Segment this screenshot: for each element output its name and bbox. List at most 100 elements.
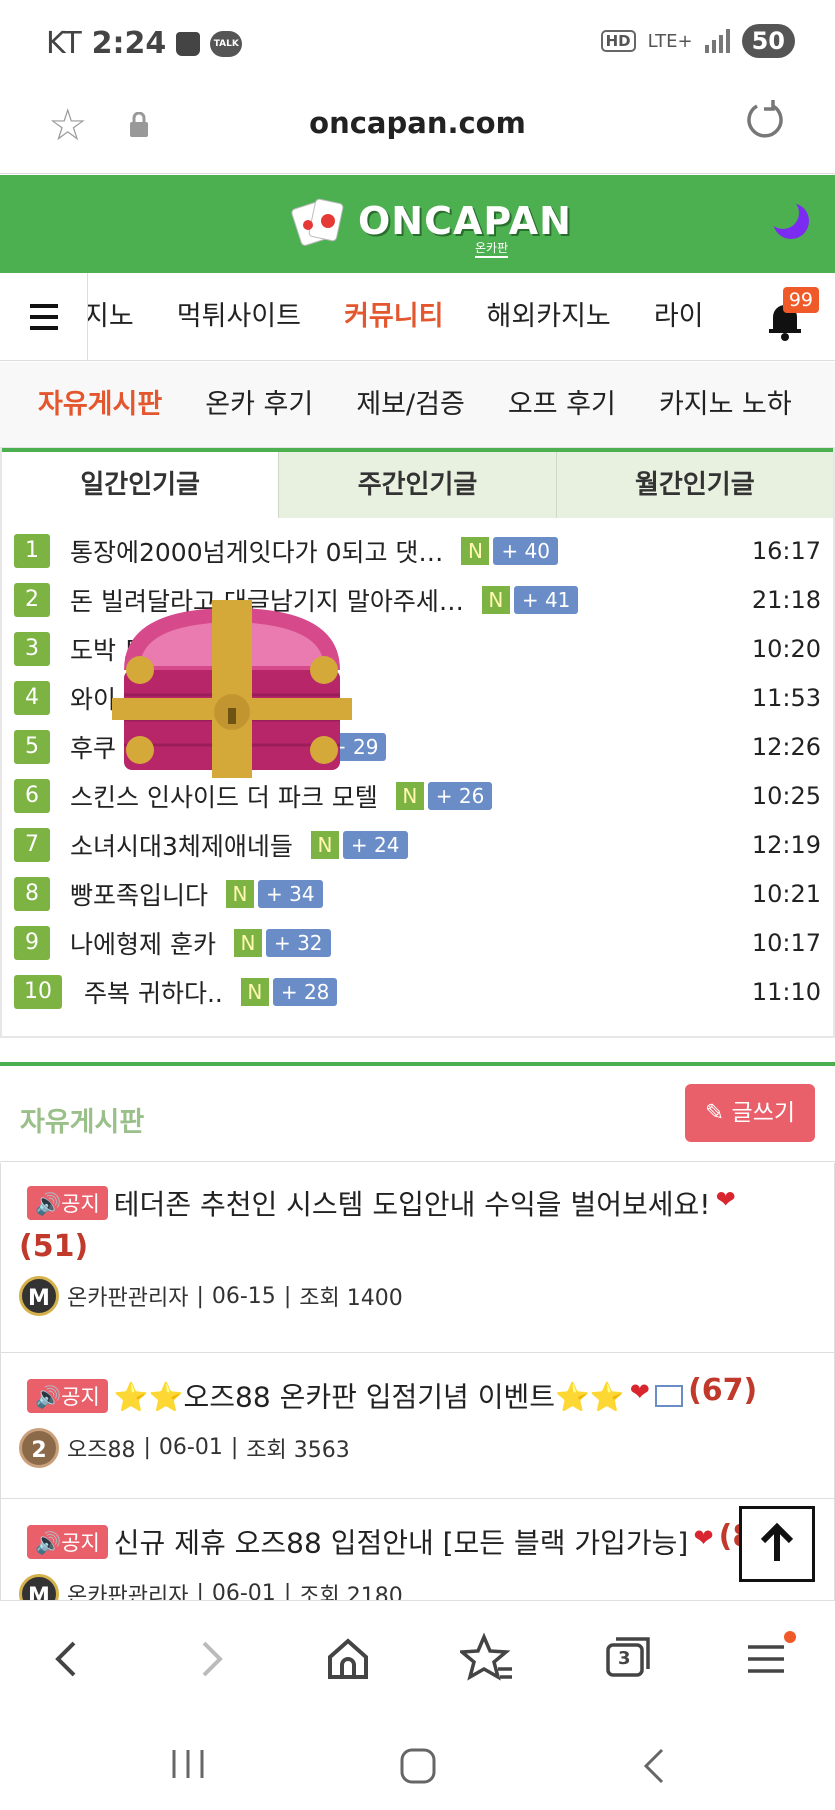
avatar: 2 [19, 1427, 59, 1468]
popular-title[interactable]: 소녀시대3체제애네들 [70, 827, 293, 863]
popular-time: 12:19 [751, 830, 821, 859]
popular-title[interactable]: 나에형제 훈카 [70, 925, 216, 961]
signal-icon [704, 29, 730, 53]
popular-item[interactable]: 9 나에형제 훈카 N + 32 10:17 [2, 918, 833, 967]
post-item[interactable]: 🔊공지 ⭐⭐오즈88 온카판 입점기념 이벤트⭐⭐ ❤ (67) 2 오즈88 |… [1, 1353, 834, 1499]
post-date: 06-15 [211, 1283, 276, 1309]
popular-item[interactable]: 7 소녀시대3체제애네들 N + 24 12:19 [2, 820, 833, 869]
pencil-icon: ✎ [704, 1100, 732, 1126]
comment-count-badge: + 28 [272, 977, 338, 1006]
cards-logo-icon [291, 198, 344, 246]
treasure-chest-icon[interactable] [112, 600, 352, 780]
arrow-up-icon [760, 1522, 794, 1561]
menu-icon[interactable] [0, 273, 88, 361]
subnav-report[interactable]: 제보/검증 [356, 362, 464, 447]
comment-count-badge: + 32 [265, 928, 331, 957]
clock: 2:24 [91, 26, 167, 61]
popular-title[interactable]: 스킨스 인사이드 더 파크 모텔 [70, 778, 378, 814]
subnav-casino-tips[interactable]: 카지노 노하 [659, 362, 792, 447]
back-icon[interactable] [40, 1631, 96, 1687]
nav-item-casino-partial[interactable]: 지노 [88, 273, 134, 361]
write-label: 글쓰기 [731, 1100, 796, 1126]
new-badge: N [481, 585, 510, 614]
forward-icon[interactable] [182, 1631, 238, 1687]
new-badge: N [226, 879, 255, 908]
speaker-icon: 🔊 [35, 1192, 62, 1216]
site-logo[interactable]: ONCAPAN 온카판 [290, 191, 572, 258]
system-nav-bar [0, 1710, 835, 1810]
comment-count-badge: + 40 [493, 536, 559, 565]
popular-item[interactable]: 8 빵포족입니다 N + 34 10:21 [2, 869, 833, 918]
menu-more-icon[interactable] [740, 1631, 796, 1687]
popular-time: 21:18 [751, 585, 821, 614]
post-author[interactable]: 오즈88 [67, 1432, 135, 1464]
address-bar: ☆ oncapan.com [0, 88, 835, 174]
nav-item-live[interactable]: 라이 [654, 273, 704, 361]
subnav-free-board[interactable]: 자유게시판 [38, 362, 162, 447]
new-badge: N [310, 830, 339, 859]
popular-item[interactable]: 10 주복 귀하다.. N + 28 11:10 [2, 967, 833, 1016]
reload-icon[interactable] [743, 98, 787, 142]
popular-time: 10:25 [751, 781, 821, 810]
rank-badge: 4 [14, 680, 50, 715]
scroll-top-button[interactable] [739, 1506, 815, 1582]
post-views: 조회 3563 [246, 1437, 350, 1463]
popular-title[interactable]: 빵포족입니다 [70, 876, 208, 912]
home-nav-icon[interactable] [398, 1746, 438, 1786]
site-header: ONCAPAN 온카판 [0, 175, 835, 273]
notice-badge: 🔊공지 [27, 1524, 108, 1559]
write-button[interactable]: ✎ 글쓰기 [685, 1084, 815, 1142]
notice-badge: 🔊공지 [27, 1378, 108, 1413]
browser-toolbar: 3 [0, 1600, 835, 1710]
tab-monthly[interactable]: 월간인기글 [555, 452, 833, 518]
post-title[interactable]: ⭐⭐오즈88 온카판 입점기념 이벤트⭐⭐ [114, 1381, 625, 1414]
notification-bell[interactable]: 99 [755, 287, 819, 347]
popular-title[interactable]: 통장에2000넘게잇다가 0되고 댓… [70, 533, 443, 569]
logo-text: ONCAPAN [358, 199, 572, 243]
new-badge: N [461, 536, 490, 565]
comment-count-badge: + 41 [513, 585, 579, 614]
post-date: 06-01 [211, 1581, 276, 1600]
post-title[interactable]: 신규 제휴 오즈88 입점안내 [모든 블랙 가입가능] [114, 1527, 689, 1560]
post-author[interactable]: 온카판관리자 [67, 1578, 188, 1601]
heart-icon: ❤ [693, 1524, 714, 1552]
rank-badge: 2 [14, 582, 50, 617]
popular-time: 16:17 [751, 536, 821, 565]
main-nav-items: 지노 먹튀사이트 커뮤니티 해외카지노 라이 [88, 273, 768, 361]
subnav-onca-review[interactable]: 온카 후기 [205, 362, 313, 447]
notification-count: 99 [782, 287, 819, 313]
post-author[interactable]: 온카판관리자 [67, 1280, 188, 1312]
dark-mode-moon-icon[interactable] [769, 199, 813, 243]
popular-item[interactable]: 1 통장에2000넘게잇다가 0되고 댓… N + 40 16:17 [2, 526, 833, 575]
nav-item-scam-sites[interactable]: 먹튀사이트 [177, 273, 301, 361]
tab-weekly[interactable]: 주간인기글 [278, 452, 556, 518]
tabs-button[interactable]: 3 [600, 1631, 656, 1687]
popular-title[interactable]: 주복 귀하다.. [84, 974, 223, 1010]
bookmarks-icon[interactable] [460, 1631, 516, 1687]
logo-subtext: 온카판 [475, 239, 509, 258]
sub-nav: 자유게시판 온카 후기 제보/검증 오프 후기 카지노 노하 [0, 362, 835, 448]
post-meta: M 온카판관리자 | 06-15 | 조회 1400 [19, 1276, 816, 1316]
comment-count-badge: + 24 [342, 830, 408, 859]
post-title[interactable]: 테더존 추천인 시스템 도입안내 수익을 벌어보세요! [114, 1188, 711, 1221]
back-nav-icon[interactable] [638, 1746, 668, 1786]
board-header: 자유게시판 ✎ 글쓰기 [0, 1062, 835, 1162]
status-left: KT 2:24 TALK [46, 26, 243, 61]
nav-item-overseas-casino[interactable]: 해외카지노 [487, 273, 611, 361]
post-item[interactable]: 🔊공지 테더존 추천인 시스템 도입안내 수익을 벌어보세요! ❤ (51) M … [1, 1163, 834, 1353]
rank-badge: 9 [14, 925, 50, 960]
post-item[interactable]: 🔊공지신규 제휴 오즈88 입점안내 [모든 블랙 가입가능] ❤ (80) M… [1, 1499, 834, 1600]
nav-item-community[interactable]: 커뮤니티 [344, 273, 443, 361]
url-text[interactable]: oncapan.com [0, 106, 835, 140]
status-right: HD LTE+ 50 [600, 24, 795, 58]
rank-badge: 5 [14, 729, 50, 764]
rank-badge: 8 [14, 876, 50, 911]
post-views: 조회 2180 [299, 1583, 403, 1601]
recent-apps-icon[interactable] [168, 1746, 208, 1782]
popular-time: 10:17 [751, 928, 821, 957]
tab-daily[interactable]: 일간인기글 [2, 452, 279, 518]
subnav-off-review[interactable]: 오프 후기 [508, 362, 616, 447]
carrier: KT [46, 26, 82, 61]
home-icon[interactable] [320, 1631, 376, 1687]
post-meta: M 온카판관리자 | 06-01 | 조회 2180 [19, 1573, 816, 1601]
